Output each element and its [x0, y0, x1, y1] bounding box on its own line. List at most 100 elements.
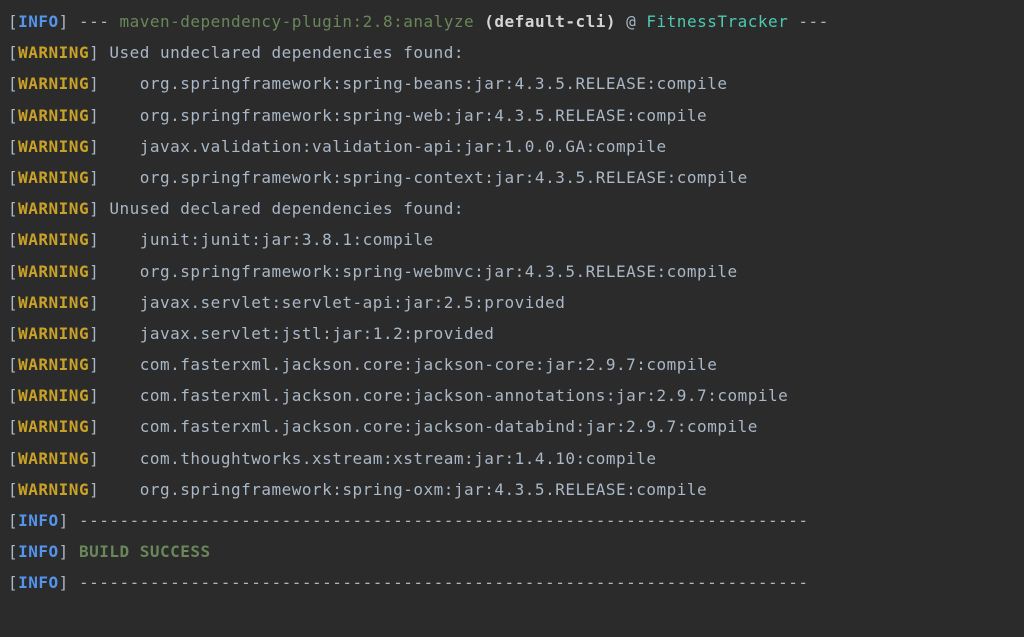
- log-line: [INFO] ---------------------------------…: [8, 505, 1016, 536]
- dependency-entry: org.springframework:spring-webmvc:jar:4.…: [99, 262, 737, 281]
- bracket-open: [: [8, 573, 18, 592]
- dependency-entry: org.springframework:spring-beans:jar:4.3…: [99, 74, 727, 93]
- bracket-open: [: [8, 230, 18, 249]
- log-level-info: INFO: [18, 542, 59, 561]
- dependency-entry: javax.validation:validation-api:jar:1.0.…: [99, 137, 666, 156]
- log-level-warning: WARNING: [18, 293, 89, 312]
- log-level-info: INFO: [18, 12, 59, 31]
- bracket-open: [: [8, 542, 18, 561]
- maven-goal: (default-cli): [474, 12, 626, 31]
- bracket-close: ]: [89, 324, 99, 343]
- header-dashes-trailing: ---: [788, 12, 829, 31]
- log-line: [WARNING] org.springframework:spring-oxm…: [8, 474, 1016, 505]
- dependency-entry: org.springframework:spring-context:jar:4…: [99, 168, 748, 187]
- dependency-entry: com.thoughtworks.xstream:xstream:jar:1.4…: [99, 449, 656, 468]
- log-level-warning: WARNING: [18, 324, 89, 343]
- log-line: [WARNING] javax.validation:validation-ap…: [8, 131, 1016, 162]
- bracket-open: [: [8, 417, 18, 436]
- maven-plugin: maven-dependency-plugin:2.8:analyze: [119, 12, 474, 31]
- log-level-warning: WARNING: [18, 262, 89, 281]
- project-name: FitnessTracker: [646, 12, 788, 31]
- bracket-close: ]: [89, 449, 99, 468]
- log-line: [WARNING] com.thoughtworks.xstream:xstre…: [8, 443, 1016, 474]
- log-level-warning: WARNING: [18, 137, 89, 156]
- log-line: [WARNING] Used undeclared dependencies f…: [8, 37, 1016, 68]
- dependency-entry: com.fasterxml.jackson.core:jackson-annot…: [99, 386, 788, 405]
- bracket-open: [: [8, 199, 18, 218]
- bracket-close: ]: [89, 43, 99, 62]
- log-line: [WARNING] com.fasterxml.jackson.core:jac…: [8, 411, 1016, 442]
- dependency-entry: org.springframework:spring-oxm:jar:4.3.5…: [99, 480, 707, 499]
- bracket-close: ]: [89, 417, 99, 436]
- dependency-entry: junit:junit:jar:3.8.1:compile: [99, 230, 433, 249]
- bracket-close: ]: [89, 262, 99, 281]
- bracket-open: [: [8, 355, 18, 374]
- bracket-open: [: [8, 293, 18, 312]
- log-level-warning: WARNING: [18, 230, 89, 249]
- log-level-warning: WARNING: [18, 106, 89, 125]
- bracket-open: [: [8, 262, 18, 281]
- log-level-warning: WARNING: [18, 74, 89, 93]
- log-line: [INFO] ---------------------------------…: [8, 567, 1016, 598]
- log-level-info: INFO: [18, 573, 59, 592]
- bracket-open: [: [8, 449, 18, 468]
- terminal-output: [INFO] --- maven-dependency-plugin:2.8:a…: [8, 6, 1016, 599]
- dependency-entry: javax.servlet:servlet-api:jar:2.5:provid…: [99, 293, 565, 312]
- bracket-close: ]: [89, 230, 99, 249]
- log-level-warning: WARNING: [18, 43, 89, 62]
- bracket-open: [: [8, 324, 18, 343]
- bracket-close: ]: [89, 386, 99, 405]
- separator-line: ----------------------------------------…: [69, 573, 809, 592]
- section-title-unused-declared: Unused declared dependencies found:: [99, 199, 464, 218]
- bracket-open: [: [8, 43, 18, 62]
- bracket-open: [: [8, 386, 18, 405]
- bracket-close: ]: [89, 199, 99, 218]
- bracket-close: ]: [89, 74, 99, 93]
- log-level-warning: WARNING: [18, 199, 89, 218]
- bracket-open: [: [8, 480, 18, 499]
- bracket-close: ]: [59, 573, 69, 592]
- log-line: [INFO] BUILD SUCCESS: [8, 536, 1016, 567]
- bracket-close: ]: [89, 137, 99, 156]
- bracket-close: ]: [89, 355, 99, 374]
- dependency-entry: com.fasterxml.jackson.core:jackson-core:…: [99, 355, 717, 374]
- bracket-close: ]: [59, 511, 69, 530]
- log-level-warning: WARNING: [18, 386, 89, 405]
- dependency-entry: javax.servlet:jstl:jar:1.2:provided: [99, 324, 494, 343]
- header-dashes: ---: [79, 12, 120, 31]
- log-level-info: INFO: [18, 511, 59, 530]
- log-line: [WARNING] javax.servlet:servlet-api:jar:…: [8, 287, 1016, 318]
- build-status: BUILD SUCCESS: [69, 542, 211, 561]
- bracket-close: ]: [89, 106, 99, 125]
- log-line: [WARNING] org.springframework:spring-web…: [8, 100, 1016, 131]
- log-line: [INFO] --- maven-dependency-plugin:2.8:a…: [8, 6, 1016, 37]
- bracket-open: [: [8, 106, 18, 125]
- log-level-warning: WARNING: [18, 168, 89, 187]
- separator-line: ----------------------------------------…: [69, 511, 809, 530]
- log-line: [WARNING] com.fasterxml.jackson.core:jac…: [8, 380, 1016, 411]
- dependency-entry: org.springframework:spring-web:jar:4.3.5…: [99, 106, 707, 125]
- log-line: [WARNING] javax.servlet:jstl:jar:1.2:pro…: [8, 318, 1016, 349]
- section-title-used-undeclared: Used undeclared dependencies found:: [99, 43, 464, 62]
- bracket-close: ]: [59, 542, 69, 561]
- at-symbol: @: [626, 12, 646, 31]
- log-level-warning: WARNING: [18, 417, 89, 436]
- log-level-warning: WARNING: [18, 449, 89, 468]
- log-level-warning: WARNING: [18, 355, 89, 374]
- bracket-open: [: [8, 511, 18, 530]
- bracket-open: [: [8, 74, 18, 93]
- log-line: [WARNING] com.fasterxml.jackson.core:jac…: [8, 349, 1016, 380]
- log-line: [WARNING] org.springframework:spring-con…: [8, 162, 1016, 193]
- bracket-close: ]: [89, 480, 99, 499]
- bracket-close: ]: [89, 293, 99, 312]
- bracket-open: [: [8, 12, 18, 31]
- log-line: [WARNING] junit:junit:jar:3.8.1:compile: [8, 224, 1016, 255]
- log-level-warning: WARNING: [18, 480, 89, 499]
- log-line: [WARNING] Unused declared dependencies f…: [8, 193, 1016, 224]
- log-line: [WARNING] org.springframework:spring-bea…: [8, 68, 1016, 99]
- bracket-open: [: [8, 137, 18, 156]
- bracket-close: ]: [59, 12, 69, 31]
- dependency-entry: com.fasterxml.jackson.core:jackson-datab…: [99, 417, 758, 436]
- bracket-close: ]: [89, 168, 99, 187]
- log-line: [WARNING] org.springframework:spring-web…: [8, 256, 1016, 287]
